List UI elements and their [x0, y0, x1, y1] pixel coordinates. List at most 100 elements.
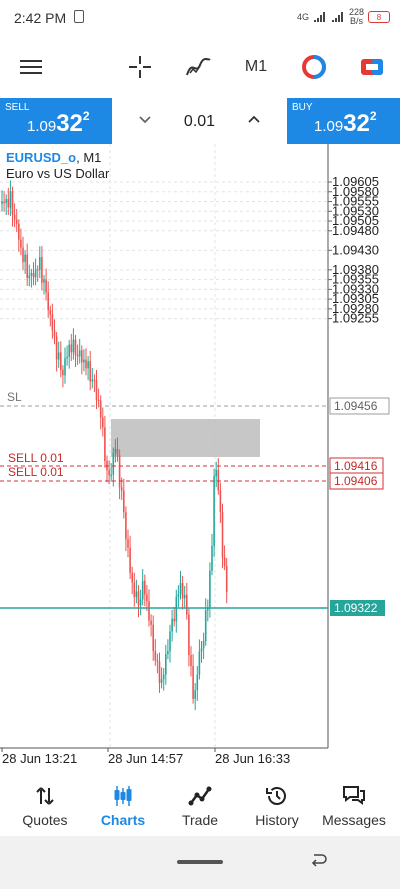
candle-body: [70, 344, 73, 353]
candle-body: [102, 417, 104, 428]
sell-price-big: 32: [56, 110, 83, 137]
candle-body: [1, 201, 3, 204]
tab-charts[interactable]: Charts: [83, 776, 163, 836]
candle-body: [127, 539, 129, 548]
candle-body: [11, 191, 14, 215]
candle-body: [91, 379, 94, 382]
candle-body: [167, 651, 169, 655]
candle-body: [165, 654, 167, 675]
sell-price: 1.09 32 2: [27, 109, 90, 138]
candle-body: [125, 512, 127, 540]
buy-price: 1.09 32 2: [314, 109, 377, 138]
menu-button[interactable]: [12, 36, 50, 98]
battery-icon: 8: [368, 11, 390, 23]
candle-body: [76, 355, 79, 357]
candle-body: [51, 314, 54, 331]
one-click-trading-button[interactable]: [296, 36, 332, 98]
status-indicators: 4G 228 B/s 8: [297, 8, 390, 26]
status-bar: 2:42 PM 4G 228 B/s 8: [0, 0, 400, 36]
candle-body: [160, 679, 163, 683]
candle-body: [150, 620, 152, 625]
sell-order-price-1: 1.09416: [334, 459, 378, 473]
sell-button[interactable]: SELL 1.09 32 2: [0, 98, 112, 144]
candle-body: [108, 470, 110, 476]
lot-selector: 0.01: [112, 98, 287, 145]
candle-body: [114, 448, 117, 454]
sl-label: SL: [7, 390, 22, 404]
candle-body: [171, 618, 173, 632]
candle-body: [30, 273, 33, 276]
candle-body: [223, 557, 226, 566]
network-speed: 228 B/s: [349, 8, 364, 26]
tab-trade-label: Trade: [181, 812, 219, 828]
candle-body: [45, 279, 47, 293]
candle-body: [13, 214, 16, 220]
timeframe-button[interactable]: M1: [236, 36, 276, 98]
history-icon: [266, 787, 286, 805]
crosshair-button[interactable]: [122, 36, 158, 98]
candle-body: [175, 596, 178, 622]
candle-body: [146, 594, 148, 602]
candle-body: [152, 624, 154, 651]
candle-body: [179, 582, 182, 595]
candle-body: [156, 660, 159, 662]
chart-symbol: EURUSD_o: [6, 150, 77, 165]
candle-body: [131, 572, 133, 583]
increase-lot-button[interactable]: [247, 110, 261, 135]
candle-body: [95, 380, 98, 400]
candle-body: [173, 618, 175, 622]
candle-body: [135, 591, 138, 598]
back-icon[interactable]: [310, 852, 328, 870]
candle-body: [97, 399, 100, 401]
candle-body: [87, 361, 89, 369]
price-axis-label: 1.09255: [332, 311, 379, 326]
one-click-icon: [302, 55, 326, 79]
price-chart[interactable]: SL SELL 0.01 SELL 0.01 1.09605 1.09580 1.0…: [0, 144, 400, 768]
chart-description: Euro vs US Dollar: [6, 166, 110, 181]
candle-body: [22, 247, 24, 262]
sl-price: 1.09456: [334, 399, 378, 413]
tab-quotes[interactable]: Quotes: [5, 776, 85, 836]
candle-body: [144, 580, 146, 595]
candle-body: [139, 599, 142, 606]
home-gesture-bar[interactable]: [177, 860, 223, 864]
candle-body: [194, 690, 196, 699]
new-order-icon: [361, 59, 383, 75]
candle-body: [99, 400, 102, 418]
candle-body: [186, 594, 188, 615]
tab-history[interactable]: History: [237, 776, 317, 836]
candle-body: [9, 191, 12, 208]
time-axis-label: 28 Jun 16:33: [215, 751, 290, 766]
candle-body: [162, 674, 165, 680]
candle-body: [68, 344, 70, 357]
messages-icon: [343, 786, 365, 805]
candle-body: [217, 470, 220, 491]
new-order-button[interactable]: [354, 36, 390, 98]
tab-trade[interactable]: Trade: [160, 776, 240, 836]
candle-body: [116, 448, 119, 456]
candle-body: [18, 223, 20, 240]
candle-body: [3, 201, 5, 204]
chart-canvas[interactable]: SL SELL 0.01 SELL 0.01 1.096051.095801.0…: [0, 144, 400, 768]
candle-body: [64, 358, 66, 376]
tab-quotes-label: Quotes: [22, 812, 68, 828]
candle-body: [141, 580, 144, 600]
network-label: 4G: [296, 12, 309, 22]
candle-body: [190, 655, 192, 667]
candle-body: [24, 254, 26, 262]
price-axis-label: 1.09480: [332, 223, 379, 238]
tab-messages[interactable]: Messages: [314, 776, 394, 836]
indicators-button[interactable]: [180, 36, 216, 98]
candle-body: [41, 257, 43, 283]
candle-body: [112, 453, 115, 475]
candle-body: [133, 582, 136, 598]
buy-button[interactable]: BUY 1.09 32 2: [287, 98, 400, 144]
time-axis: 28 Jun 13:21 28 Jun 14:57 28 Jun 16:33: [1, 748, 290, 766]
candle-body: [181, 582, 184, 599]
candle-body: [26, 254, 28, 279]
candle-body: [74, 339, 77, 356]
sell-price-sup: 2: [82, 109, 90, 123]
candle-body: [154, 650, 157, 661]
quotes-icon: [36, 787, 54, 805]
price-axis[interactable]: 1.096051.095801.095551.095301.095051.094…: [328, 174, 379, 326]
